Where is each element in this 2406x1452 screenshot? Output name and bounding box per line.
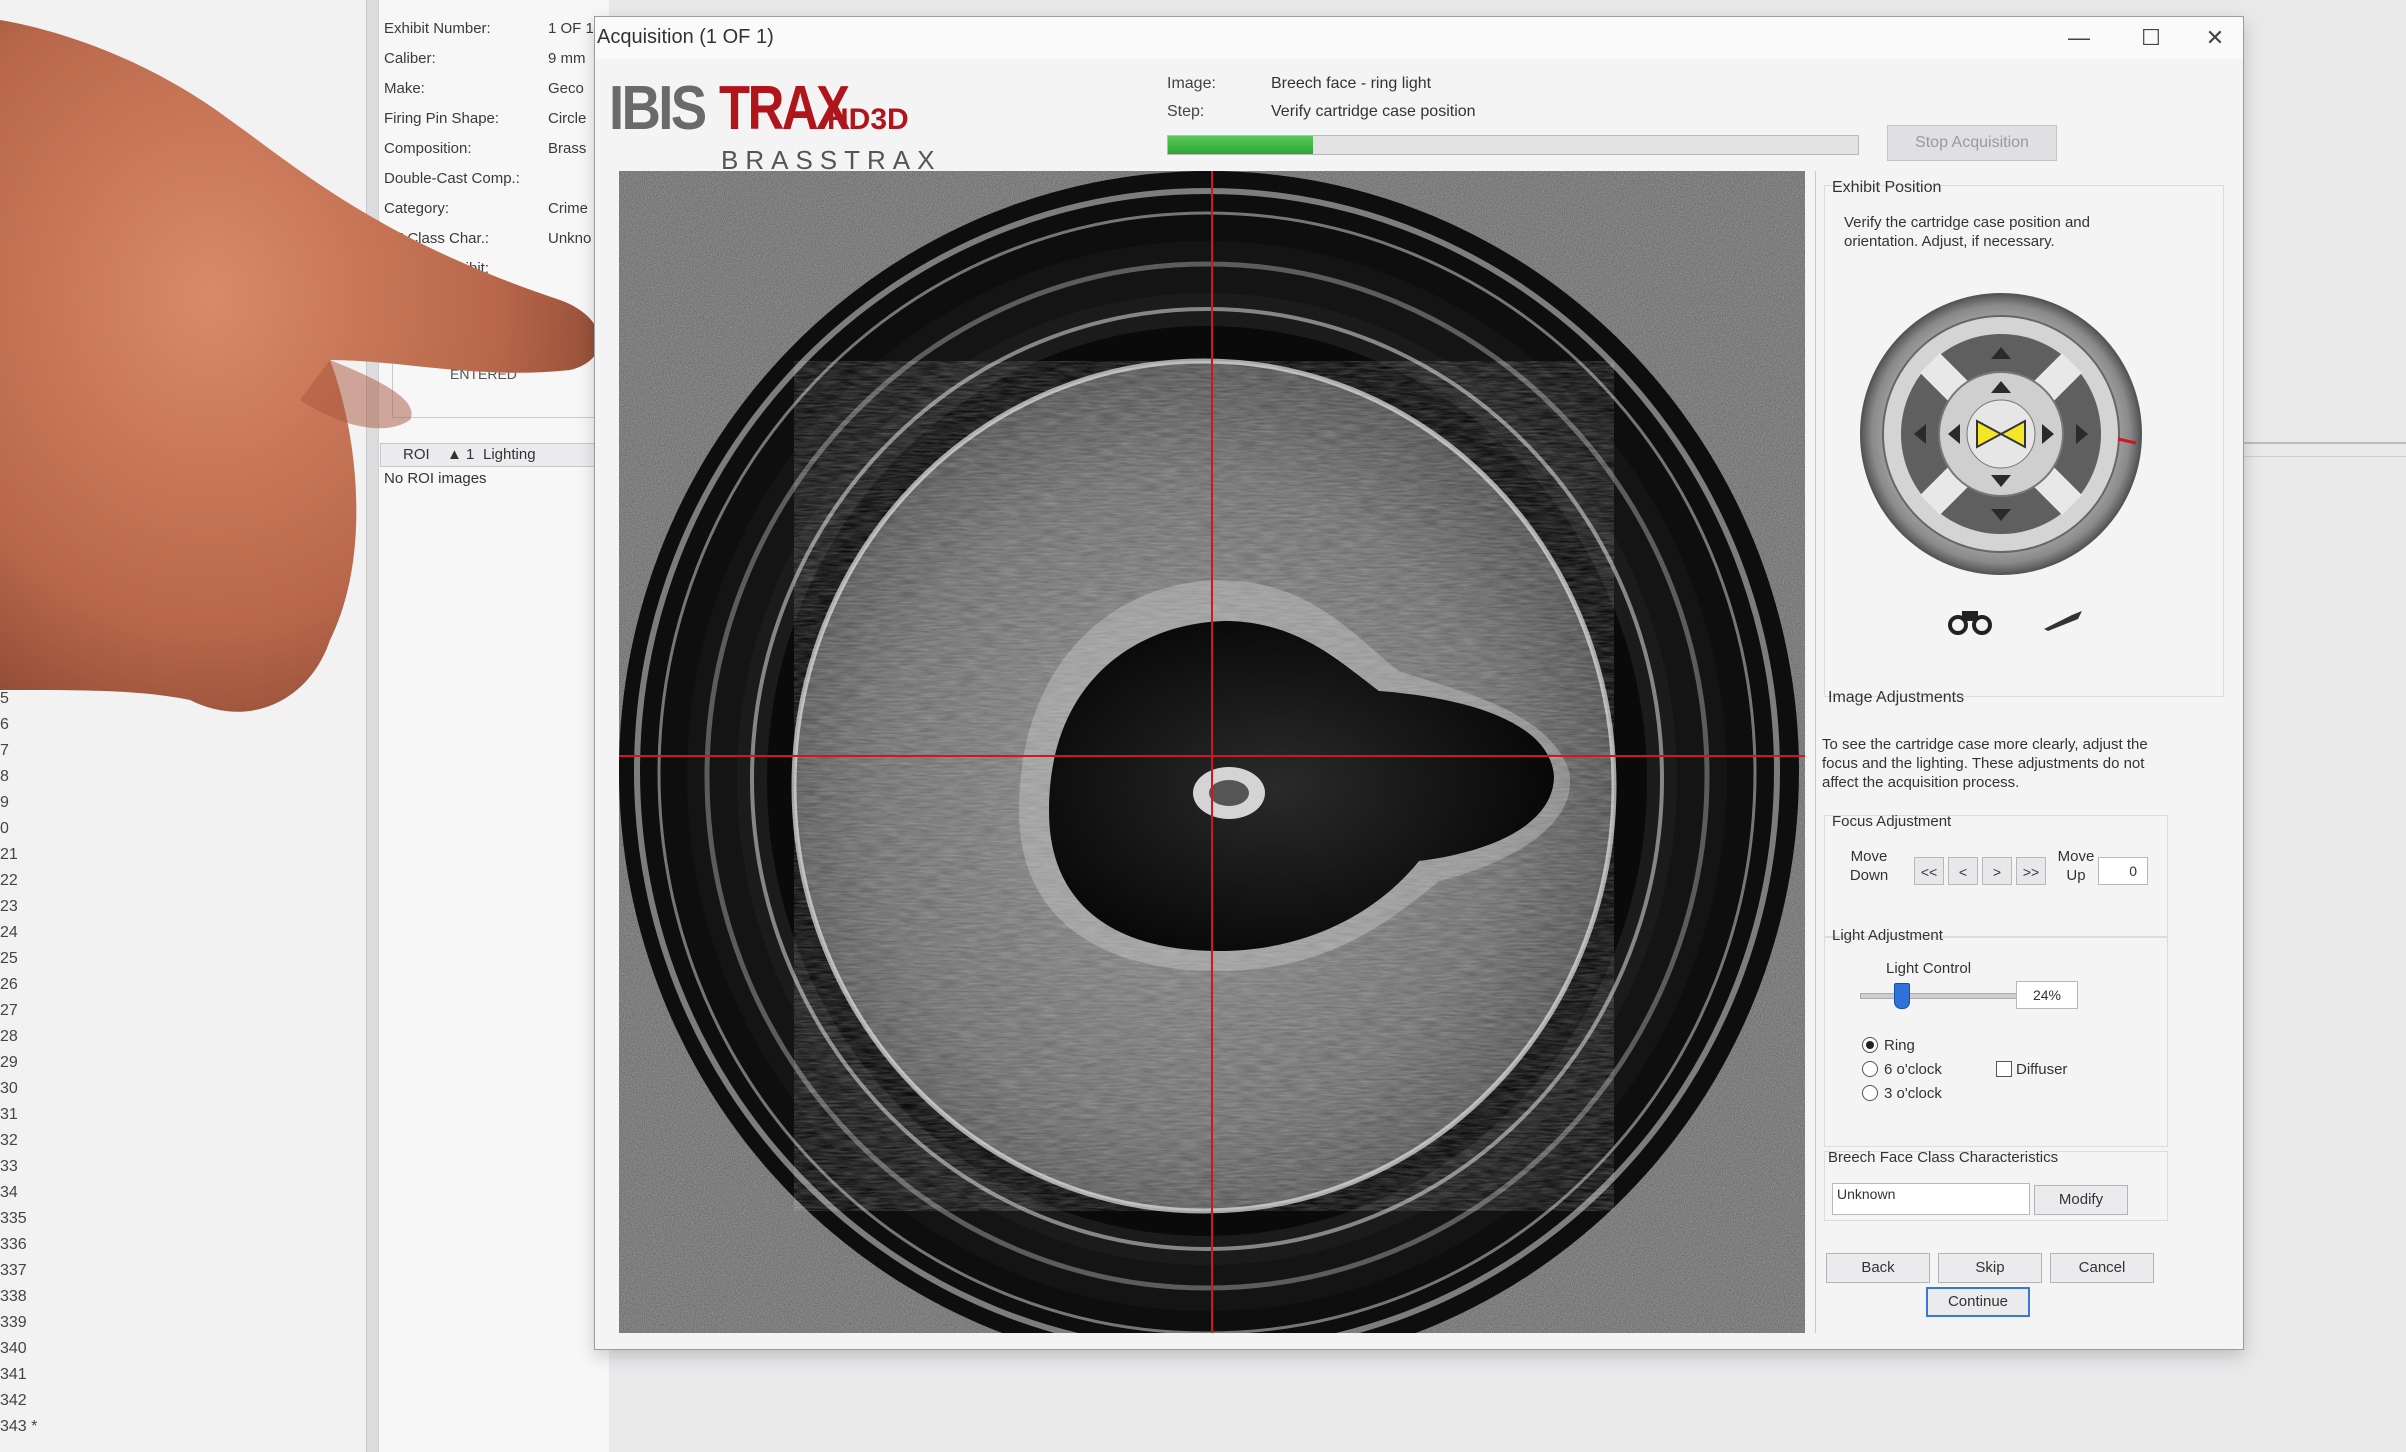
row-number: 342 [0,1392,27,1409]
row-number: 340 [0,1340,27,1357]
move-up-label: Move Up [2057,848,2095,884]
row-number: 22 [0,872,18,889]
row-number: 26 [0,976,18,993]
cancel-button[interactable]: Cancel [2050,1253,2154,1283]
acquisition-window: Acquisition (1 OF 1) — ☐ ✕ IBIS TRAX HD3… [594,16,2244,1350]
diffuser-checkbox[interactable] [1996,1061,2012,1077]
row-number: 25 [0,950,18,967]
focus-adjustment-title: Focus Adjustment [1832,813,1952,830]
breech-face-image[interactable] [619,171,1805,1333]
step-label: Step: [1167,103,1205,120]
row-number: 23 [0,898,18,915]
image-value: Breech face - ring light [1271,75,1432,92]
six-oclock-label: 6 o'clock [1884,1061,1942,1078]
row-number: 32 [0,1132,18,1149]
exhibit-position-title: Exhibit Position [1832,179,1942,196]
breech-face-class-title: Breech Face Class Characteristics [1828,1149,2059,1166]
row-number: 335 [0,1210,27,1227]
image-adjustments-description: To see the cartridge case more clearly, … [1822,736,2148,791]
pointing-hand [0,20,600,712]
background-divider [2232,442,2406,444]
window-title: Acquisition (1 OF 1) [597,26,774,48]
ibis-brasstrax-logo: IBIS TRAX HD3D BRASSTRAX [609,67,935,177]
focus-value-field[interactable]: 0 [2098,857,2148,885]
light-adjustment-title: Light Adjustment [1832,927,1943,944]
row-number: 24 [0,924,18,941]
skip-button[interactable]: Skip [1938,1253,2042,1283]
move-down-label: Move Down [1849,848,1889,884]
row-number: 33 [0,1158,18,1175]
row-number: 29 [0,1054,18,1071]
row-number: 8 [0,768,9,785]
back-button[interactable]: Back [1826,1253,1930,1283]
row-number: 28 [0,1028,18,1045]
binoculars-icon[interactable] [1946,607,1994,635]
row-number: 30 [0,1080,18,1097]
ring-light-radio[interactable] [1862,1037,1878,1053]
row-number: 9 [0,794,9,811]
acquisition-progress-bar [1167,135,1859,155]
row-number: 339 [0,1314,27,1331]
maximize-button[interactable]: ☐ [2131,23,2171,53]
diffuser-label: Diffuser [2016,1061,2068,1078]
breech-face-class-field[interactable]: Unknown [1832,1183,2030,1215]
acquisition-side-panel: Exhibit Position Verify the cartridge ca… [1815,171,2230,1333]
logo-ibis-text: IBIS [609,74,707,143]
step-value: Verify cartridge case position [1271,103,1476,120]
row-number: 338 [0,1288,27,1305]
ring-light-label: Ring [1884,1037,1915,1054]
three-oclock-label: 3 o'clock [1884,1085,1942,1102]
minimize-button[interactable]: — [2059,23,2099,53]
row-number-column: 4567890212223242526272829303132333433533… [0,660,60,1440]
crosshair-vertical [1211,171,1213,1333]
image-adjustments-title: Image Adjustments [1828,689,1965,706]
logo-hd-text: HD3D [827,103,909,136]
focus-up-button[interactable]: > [1982,857,2012,885]
progress-fill [1168,136,1313,154]
close-button[interactable]: ✕ [2195,23,2235,53]
modify-button[interactable]: Modify [2034,1185,2128,1215]
focus-fast-up-button[interactable]: >> [2016,857,2046,885]
row-number: 0 [0,820,9,837]
row-number: 337 [0,1262,27,1279]
six-oclock-radio[interactable] [1862,1061,1878,1077]
light-slider-track[interactable] [1860,993,2032,999]
image-label: Image: [1167,75,1216,92]
light-percent-field[interactable]: 24% [2016,981,2078,1009]
focus-fast-down-button[interactable]: << [1914,857,1944,885]
title-bar[interactable]: Acquisition (1 OF 1) — ☐ ✕ [595,17,2243,59]
light-slider-thumb[interactable] [1894,983,1910,1009]
exhibit-position-instructions: Verify the cartridge case position and o… [1844,214,2090,250]
crosshair-horizontal [619,755,1805,757]
row-number: 34 [0,1184,18,1201]
row-number: 336 [0,1236,27,1253]
row-number: 341 [0,1366,27,1383]
focus-down-button[interactable]: < [1948,857,1978,885]
light-control-label: Light Control [1886,960,1972,977]
three-oclock-radio[interactable] [1862,1085,1878,1101]
row-number: 31 [0,1106,18,1123]
probe-icon[interactable] [2042,609,2086,633]
row-number: 21 [0,846,18,863]
row-number: 27 [0,1002,18,1019]
continue-button[interactable]: Continue [1926,1287,2030,1317]
row-number: 343 * [0,1418,38,1435]
position-dial[interactable] [1856,289,2146,579]
stop-acquisition-button[interactable]: Stop Acquisition [1887,125,2057,161]
background-divider [2232,456,2406,457]
row-number: 7 [0,742,9,759]
